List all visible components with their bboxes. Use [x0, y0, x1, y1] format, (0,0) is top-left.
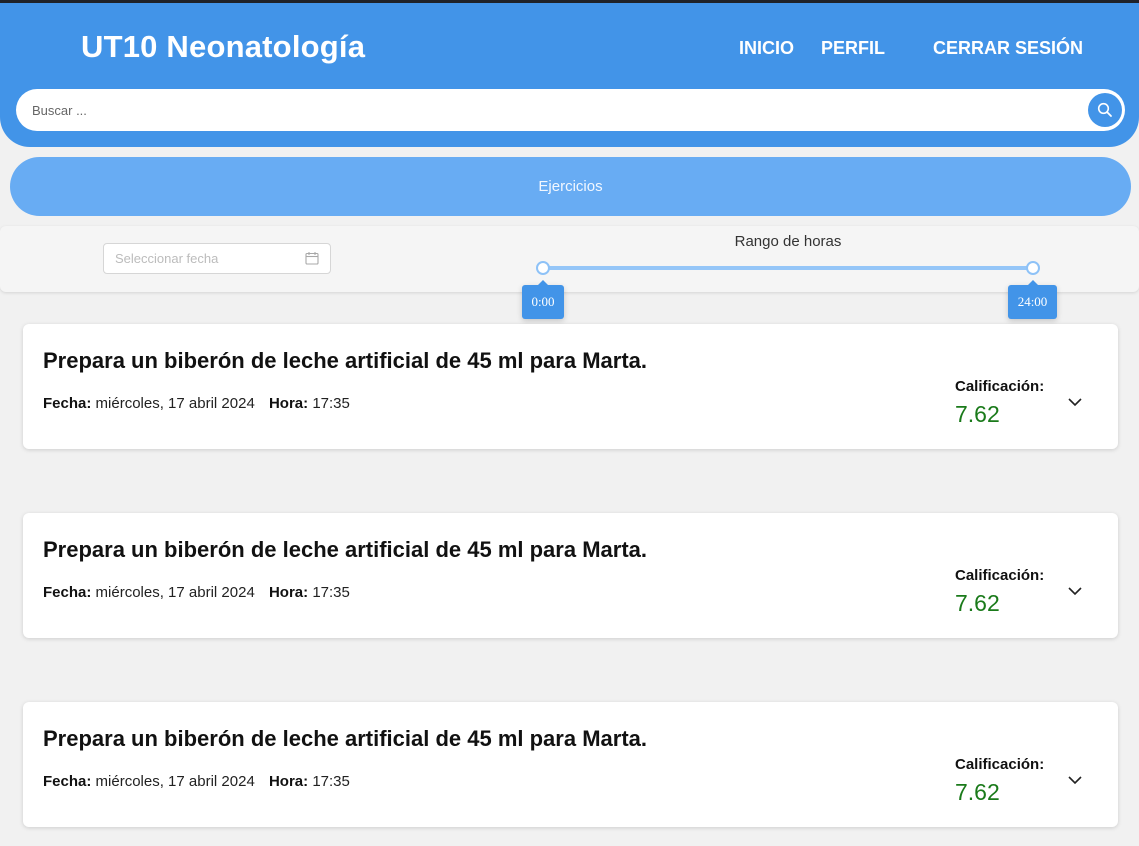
tab-exercises[interactable]: Ejercicios: [10, 157, 1131, 216]
grade-value: 7.62: [955, 401, 1000, 427]
exercise-meta: Fecha: miércoles, 17 abril 2024 Hora: 17…: [43, 773, 350, 790]
grade-value: 7.62: [955, 779, 1000, 805]
exercise-title: Prepara un biberón de leche artificial d…: [43, 726, 647, 751]
date-label: Fecha:: [43, 773, 92, 790]
time-label: Hora:: [268, 395, 309, 412]
exercise-title: Prepara un biberón de leche artificial d…: [43, 537, 647, 562]
date-picker[interactable]: [103, 243, 331, 274]
nav-profile-link[interactable]: PERFIL: [821, 38, 885, 59]
grade-label: Calificación:: [955, 567, 1045, 584]
nav-home-link[interactable]: INICIO: [739, 38, 794, 59]
grade-value: 7.62: [955, 590, 1000, 616]
app-title: UT10 Neonatología: [81, 29, 366, 64]
chevron-down-icon[interactable]: [1066, 393, 1084, 411]
chevron-down-icon[interactable]: [1066, 582, 1084, 600]
time-label: Hora:: [268, 773, 309, 790]
search-bar: [16, 89, 1125, 131]
chevron-down-icon[interactable]: [1066, 771, 1084, 789]
search-input[interactable]: [32, 89, 1082, 131]
exercise-title: Prepara un biberón de leche artificial d…: [43, 348, 647, 373]
time-range-start-handle[interactable]: [536, 261, 550, 275]
filter-panel: Rango de horas: [0, 226, 1139, 292]
search-button[interactable]: [1088, 93, 1122, 127]
grade-label: Calificación:: [955, 378, 1045, 395]
grade-label: Calificación:: [955, 756, 1045, 773]
exercise-date: miércoles, 17 abril 2024: [95, 773, 255, 790]
time-range-label: Rango de horas: [734, 233, 842, 250]
exercise-time: 17:35: [312, 584, 350, 601]
time-range-start-tooltip: 0:00: [522, 280, 564, 319]
time-label: Hora:: [268, 584, 309, 601]
tab-exercises-label: Ejercicios: [538, 178, 603, 195]
nav-logout-link[interactable]: CERRAR SESIÓN: [933, 38, 1083, 59]
exercise-date: miércoles, 17 abril 2024: [95, 395, 255, 412]
exercise-card: Prepara un biberón de leche artificial d…: [23, 513, 1118, 638]
date-input[interactable]: [115, 244, 295, 273]
exercise-time: 17:35: [312, 773, 350, 790]
calendar-icon: [305, 252, 319, 265]
exercise-card: Prepara un biberón de leche artificial d…: [23, 324, 1118, 449]
exercise-date: miércoles, 17 abril 2024: [95, 584, 255, 601]
time-range-end-tooltip: 24:00: [1008, 280, 1057, 319]
exercise-meta: Fecha: miércoles, 17 abril 2024 Hora: 17…: [43, 584, 350, 601]
date-label: Fecha:: [43, 584, 92, 601]
exercise-card: Prepara un biberón de leche artificial d…: [23, 702, 1118, 827]
app-header: UT10 Neonatología INICIO PERFIL CERRAR S…: [0, 3, 1139, 147]
exercise-meta: Fecha: miércoles, 17 abril 2024 Hora: 17…: [43, 395, 350, 412]
time-range-end-handle[interactable]: [1026, 261, 1040, 275]
time-range-track[interactable]: [543, 266, 1033, 270]
search-icon: [1097, 102, 1112, 117]
date-label: Fecha:: [43, 395, 92, 412]
exercise-time: 17:35: [312, 395, 350, 412]
